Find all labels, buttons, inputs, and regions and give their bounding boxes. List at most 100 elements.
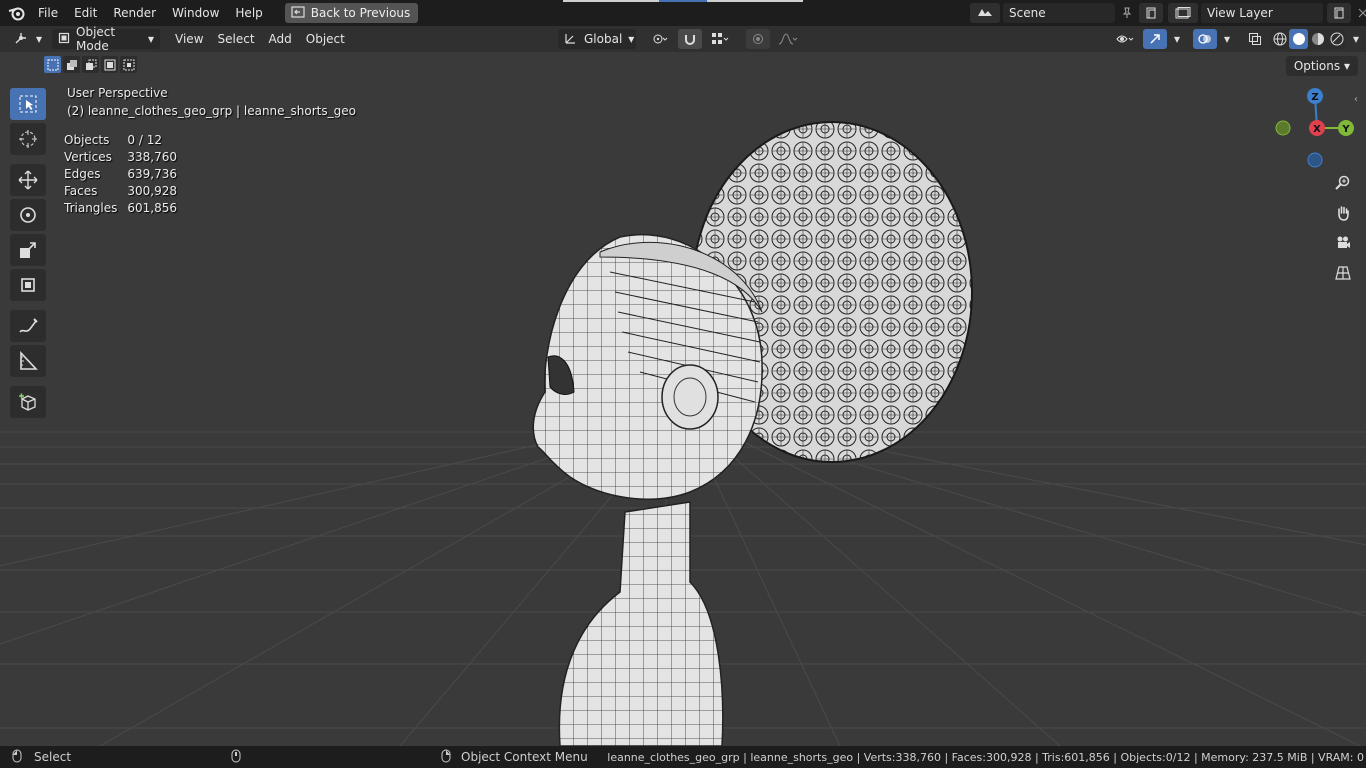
solid-shading-icon[interactable] (1289, 29, 1308, 49)
menu-add[interactable]: Add (262, 32, 299, 46)
falloff-icon[interactable] (774, 29, 802, 49)
x-axis-label: X (1313, 124, 1321, 135)
rotate-tool-icon[interactable] (10, 199, 46, 231)
stat-label: Faces (64, 184, 98, 198)
new-view-layer-icon[interactable] (1327, 3, 1351, 23)
close-view-layer-icon[interactable] (1351, 3, 1366, 23)
scene-icon[interactable] (970, 3, 1000, 23)
neg-y-axis-handle[interactable] (1275, 120, 1291, 136)
editor-type-dropdown[interactable]: ▾ (8, 29, 48, 49)
select-intersect-icon[interactable] (120, 56, 137, 73)
selection-modes (44, 56, 137, 73)
stat-value: 0 / 12 (127, 133, 162, 147)
measure-tool-icon[interactable] (10, 345, 46, 377)
visibility-eye-icon[interactable] (1110, 29, 1140, 49)
menu-object[interactable]: Object (299, 32, 352, 46)
menu-render[interactable]: Render (105, 2, 164, 24)
stat-row: Triangles 601,856 (64, 200, 187, 217)
stat-row: Objects 0 / 12 (64, 132, 187, 149)
blender-logo-icon[interactable] (4, 0, 30, 26)
annotate-tool-icon[interactable] (10, 310, 46, 342)
back-to-previous-label: Back to Previous (310, 6, 411, 20)
material-shading-icon[interactable] (1308, 29, 1327, 49)
scene-selector[interactable]: Scene (970, 3, 1187, 23)
mouse-middle-icon (231, 749, 241, 766)
viewport-scene[interactable] (0, 52, 1366, 746)
wireframe-shading-icon[interactable] (1270, 29, 1289, 49)
proportional-editing-icon[interactable] (746, 29, 770, 49)
xray-toggle-icon[interactable] (1243, 29, 1267, 49)
z-axis-label: Z (1311, 92, 1318, 103)
cursor-tool-icon[interactable] (10, 123, 46, 155)
neg-z-axis-handle[interactable] (1307, 152, 1323, 168)
mouse-left-icon (12, 749, 22, 766)
menu-edit[interactable]: Edit (66, 2, 105, 24)
mouse-right-icon (441, 749, 451, 766)
pan-hand-icon[interactable] (1330, 200, 1356, 226)
menu-view[interactable]: View (168, 32, 210, 46)
stat-label: Vertices (64, 150, 112, 164)
view-layer-name-field[interactable]: View Layer (1201, 3, 1323, 23)
zoom-icon[interactable] (1330, 170, 1356, 196)
scene-name-field[interactable]: Scene (1003, 3, 1115, 23)
pivot-point-icon[interactable] (646, 29, 674, 49)
back-to-previous-button[interactable]: Back to Previous (284, 3, 419, 23)
overlays-toggle-icon[interactable] (1193, 29, 1217, 49)
select-extend-icon[interactable] (63, 56, 80, 73)
camera-view-icon[interactable] (1330, 230, 1356, 256)
body-mesh (558, 501, 724, 746)
stat-value: 639,736 (127, 167, 178, 181)
mode-dropdown[interactable]: Object Mode ▾ (52, 25, 161, 53)
editor-type-icon (14, 31, 30, 48)
add-cube-tool-icon[interactable] (10, 386, 46, 418)
gizmo-toggle-icon[interactable] (1143, 29, 1167, 49)
new-scene-icon[interactable] (1139, 3, 1163, 23)
options-dropdown[interactable]: Options ▾ (1285, 56, 1358, 76)
stat-label: Triangles (64, 201, 118, 215)
back-icon (291, 5, 305, 21)
perspective-toggle-icon[interactable] (1330, 260, 1356, 286)
ear-mesh (661, 364, 719, 430)
menu-help[interactable]: Help (227, 2, 270, 24)
view-layer-selector[interactable]: View Layer (1168, 3, 1366, 23)
stat-row: Faces 300,928 (64, 183, 187, 200)
transform-orientation-dropdown[interactable]: Global ▾ (558, 29, 636, 49)
pin-icon[interactable] (1115, 3, 1139, 23)
select-box-tool-icon[interactable] (10, 88, 46, 120)
stat-value: 300,928 (127, 184, 178, 198)
snap-toggle-icon[interactable] (678, 29, 702, 49)
tool-shelf (10, 88, 48, 421)
navigation-gizmo[interactable]: Z Y X (1270, 84, 1360, 174)
status-bar: Select Object Context Menu leanne_clothe… (0, 746, 1366, 768)
status-info: leanne_clothes_geo_grp | leanne_shorts_g… (607, 750, 1364, 764)
chevron-down-icon: ▾ (148, 32, 155, 46)
sidebar-toggle-icon[interactable]: ‹ (1354, 94, 1358, 105)
3d-viewport[interactable]: User Perspective (2) leanne_clothes_geo_… (0, 52, 1366, 746)
workspace-tabs-strip[interactable] (563, 0, 803, 2)
view-layer-icon[interactable] (1168, 3, 1198, 23)
active-workspace-tab[interactable] (659, 0, 707, 2)
transform-tool-icon[interactable] (10, 269, 46, 301)
mode-label: Object Mode (76, 25, 116, 53)
stat-label: Edges (64, 167, 101, 181)
chevron-down-icon: ▾ (628, 32, 635, 46)
scene-statistics: Objects 0 / 12 Vertices 338,760 Edges 639,7… (64, 132, 187, 217)
chevron-down-icon[interactable]: ▾ (1220, 29, 1234, 49)
select-subtract-icon[interactable] (82, 56, 99, 73)
menu-file[interactable]: File (30, 2, 66, 24)
select-invert-icon[interactable] (101, 56, 118, 73)
viewport-header: ▾ Object Mode ▾ View Select Add Object G… (0, 25, 1366, 53)
menu-select[interactable]: Select (211, 32, 262, 46)
select-new-icon[interactable] (44, 56, 61, 73)
orientation-icon (564, 31, 578, 48)
stat-row: Vertices 338,760 (64, 149, 187, 166)
chevron-down-icon: ▾ (1343, 59, 1350, 73)
snap-target-icon[interactable] (706, 29, 734, 49)
rendered-shading-icon[interactable] (1327, 29, 1346, 49)
chevron-down-icon[interactable]: ▾ (1349, 29, 1363, 49)
stat-row: Edges 639,736 (64, 166, 187, 183)
scale-tool-icon[interactable] (10, 234, 46, 266)
menu-window[interactable]: Window (164, 2, 227, 24)
move-tool-icon[interactable] (10, 164, 46, 196)
chevron-down-icon[interactable]: ▾ (1170, 29, 1184, 49)
